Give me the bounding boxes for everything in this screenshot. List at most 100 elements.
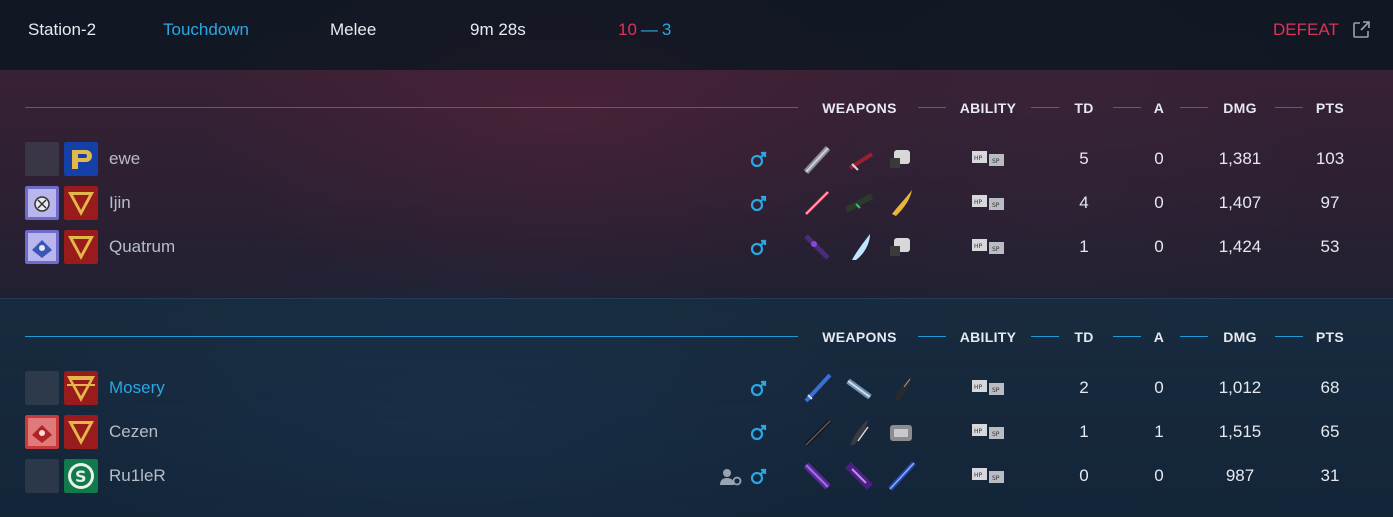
score-separator: — <box>640 20 658 39</box>
stat-dmg: 1,407 <box>1218 193 1262 212</box>
stat-td: 2 <box>1079 378 1089 397</box>
stat-td: 4 <box>1079 193 1089 212</box>
col-a: A <box>1153 329 1165 345</box>
col-dmg: DMG <box>1223 100 1257 116</box>
team-red-panel: WEAPONS ABILITY TD A DMG PTS ewe HP SP 5 … <box>0 70 1393 298</box>
col-a: A <box>1153 100 1165 116</box>
player-row[interactable]: Ijin HP SP 4 0 1,407 97 <box>0 184 1393 222</box>
svg-text:HP: HP <box>974 243 983 250</box>
team-red-header: WEAPONS ABILITY TD A DMG PTS <box>0 98 1393 118</box>
male-icon <box>750 380 767 397</box>
stat-pts: 103 <box>1315 149 1345 168</box>
player-badge-empty <box>25 142 59 176</box>
player-row[interactable]: Quatrum HP SP 1 0 1,424 53 <box>0 228 1393 266</box>
stat-dmg: 987 <box>1225 466 1255 485</box>
stat-dmg: 1,012 <box>1218 378 1262 397</box>
male-icon <box>750 239 767 256</box>
player-badge-empty <box>25 459 59 493</box>
stat-dmg: 1,424 <box>1218 237 1262 256</box>
stat-td: 1 <box>1079 422 1089 441</box>
blade-weapon-icon <box>848 152 874 171</box>
male-icon <box>750 424 767 441</box>
svg-text:SP: SP <box>992 431 1000 438</box>
score-red: 10 <box>618 20 637 39</box>
svg-text:SP: SP <box>992 475 1000 482</box>
dark-claw-weapon-icon <box>894 375 912 401</box>
stat-pts: 68 <box>1320 378 1340 397</box>
match-type: Melee <box>330 20 377 39</box>
purple-staff-weapon-icon <box>804 234 830 260</box>
svg-text:SP: SP <box>992 202 1000 209</box>
player-name[interactable]: Ijin <box>109 184 131 222</box>
purple-medal-icon <box>25 186 59 220</box>
player-name[interactable]: Ru1leR <box>109 457 166 495</box>
armor-gun-weapon-icon <box>890 425 912 441</box>
ice-blade-weapon-icon <box>852 234 870 260</box>
purple-cannon-weapon-icon <box>845 462 873 490</box>
svg-text:SP: SP <box>992 158 1000 165</box>
hp-sp-ability-icon: HP SP <box>972 195 1004 210</box>
player-name[interactable]: ewe <box>109 140 140 178</box>
hp-sp-ability-icon: HP SP <box>972 424 1004 439</box>
gold-p-emblem-icon <box>64 142 98 176</box>
stat-dmg: 1,515 <box>1218 422 1262 441</box>
svg-text:SP: SP <box>992 246 1000 253</box>
col-weapons: WEAPONS <box>822 100 897 116</box>
blue-sword-weapon-icon <box>804 373 832 403</box>
stat-pts: 65 <box>1320 422 1340 441</box>
green-gun-weapon-icon <box>844 193 874 213</box>
heavy-gun-weapon-icon <box>803 145 831 175</box>
external-link-icon[interactable] <box>1351 20 1371 40</box>
col-td: TD <box>1074 329 1094 345</box>
player-name[interactable]: Quatrum <box>109 228 175 266</box>
col-weapons: WEAPONS <box>822 329 897 345</box>
player-row[interactable]: Mosery HP SP 2 0 1,012 68 <box>0 369 1393 407</box>
svg-text:S: S <box>75 467 87 486</box>
red-gold-chevron-icon <box>64 230 98 264</box>
player-row[interactable]: ewe HP SP 5 0 1,381 103 <box>0 140 1393 178</box>
col-ability: ABILITY <box>959 100 1017 116</box>
gauntlet-weapon-icon <box>890 238 910 256</box>
player-name-current-user[interactable]: Mosery <box>109 369 165 407</box>
score-blue: 3 <box>661 20 672 39</box>
svg-text:SP: SP <box>992 387 1000 394</box>
red-gold-chevron-icon <box>64 186 98 220</box>
purple-gun-weapon-icon <box>803 462 831 490</box>
laser-sword-weapon-icon <box>804 190 830 216</box>
match-score: 10—3 <box>618 0 671 60</box>
player-row[interactable]: S Ru1leR HP SP 0 0 987 31 <box>0 457 1393 495</box>
svg-text:HP: HP <box>974 384 983 391</box>
male-icon <box>750 151 767 168</box>
team-blue-header: WEAPONS ABILITY TD A DMG PTS <box>0 327 1393 347</box>
game-mode: Touchdown <box>163 20 250 39</box>
svg-text:HP: HP <box>974 472 983 479</box>
friend-settings-icon[interactable] <box>720 468 742 486</box>
purple-shield-icon <box>25 230 59 264</box>
team-blue-panel: WEAPONS ABILITY TD A DMG PTS Mosery HP SP… <box>0 298 1393 517</box>
stat-td: 1 <box>1079 237 1089 256</box>
col-dmg: DMG <box>1223 329 1257 345</box>
stat-a: 0 <box>1154 466 1164 485</box>
match-duration: 9m 28s <box>470 20 526 39</box>
stat-a: 0 <box>1154 193 1164 212</box>
red-gold-chevron-icon <box>64 371 98 405</box>
stat-td: 5 <box>1079 149 1089 168</box>
red-shield-icon <box>25 415 59 449</box>
map-name: Station-2 <box>28 20 97 39</box>
col-pts: PTS <box>1315 100 1345 116</box>
claw-weapon-icon <box>850 419 869 445</box>
stat-pts: 31 <box>1320 466 1340 485</box>
male-icon <box>750 195 767 212</box>
svg-text:HP: HP <box>974 199 983 206</box>
stat-a: 1 <box>1154 422 1164 441</box>
col-pts: PTS <box>1315 329 1345 345</box>
green-s-emblem-icon: S <box>64 459 98 493</box>
stat-a: 0 <box>1154 237 1164 256</box>
blue-gun-weapon-icon <box>846 378 872 400</box>
col-td: TD <box>1074 100 1094 116</box>
gold-blade-weapon-icon <box>892 190 912 216</box>
stat-a: 0 <box>1154 378 1164 397</box>
hp-sp-ability-icon: HP SP <box>972 151 1004 166</box>
player-name[interactable]: Cezen <box>109 413 158 451</box>
player-row[interactable]: Cezen HP SP 1 1 1,515 65 <box>0 413 1393 451</box>
